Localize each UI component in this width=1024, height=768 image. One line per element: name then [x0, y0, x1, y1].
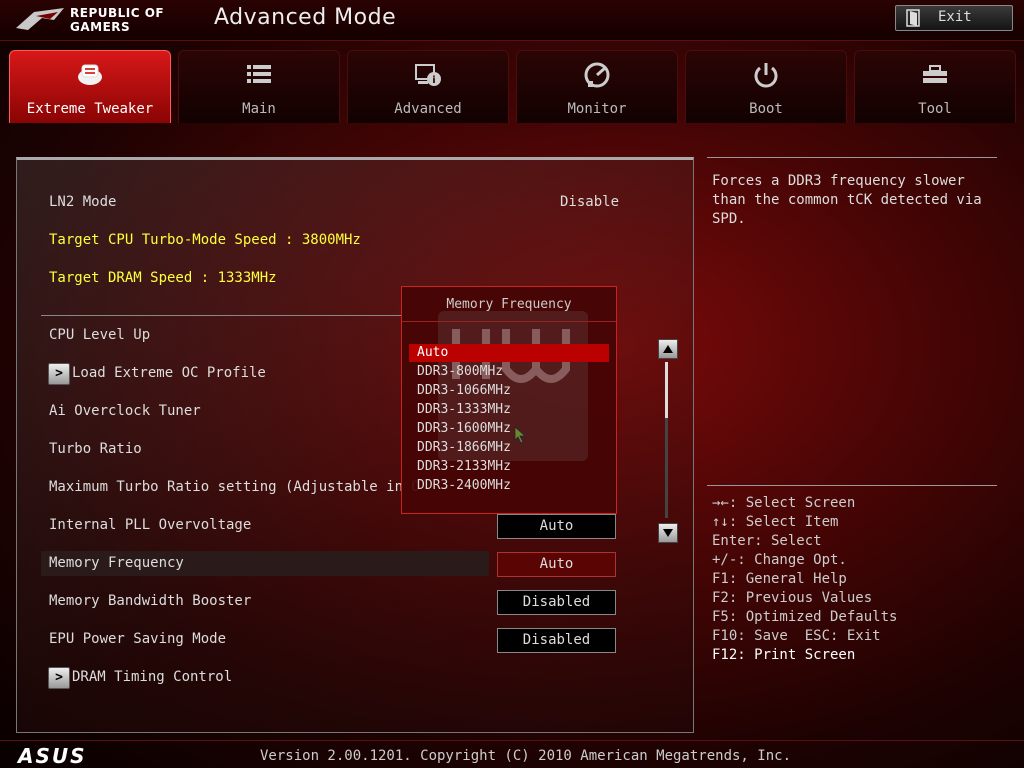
target-cpu-speed: Target CPU Turbo-Mode Speed : 3800MHz — [49, 232, 361, 248]
popup-divider — [402, 321, 616, 322]
power-icon — [754, 63, 778, 88]
option-ddr3-2133[interactable]: DDR3-2133MHz — [409, 458, 609, 476]
option-ddr3-800[interactable]: DDR3-800MHz — [409, 363, 609, 381]
submenu-arrow-icon: > — [48, 667, 70, 689]
help-divider-keys — [707, 485, 997, 486]
key-hint-change-opt: +/-: Change Opt. — [712, 552, 847, 568]
ai-overclock-tuner[interactable]: Ai Overclock Tuner — [49, 403, 201, 422]
option-ddr3-1600[interactable]: DDR3-1600MHz — [409, 420, 609, 438]
page-title: Advanced Mode — [214, 5, 397, 30]
help-divider-top — [707, 157, 997, 158]
option-auto[interactable]: Auto — [409, 344, 609, 362]
rog-logo: REPUBLIC OF GAMERS — [14, 4, 184, 36]
divider — [41, 315, 401, 316]
option-ddr3-1333[interactable]: DDR3-1333MHz — [409, 401, 609, 419]
scrollbar-thumb[interactable] — [665, 362, 668, 418]
top-bar: REPUBLIC OF GAMERS Advanced Mode Exit — [0, 0, 1024, 41]
epu-power-value[interactable]: Disabled — [497, 628, 616, 653]
turbo-ratio[interactable]: Turbo Ratio — [49, 441, 142, 460]
key-hint-previous-values: F2: Previous Values — [712, 590, 873, 606]
memory-frequency[interactable]: Memory Frequency — [49, 555, 184, 574]
ln2-mode-label: LN2 Mode — [49, 194, 117, 210]
scroll-down-button[interactable] — [658, 523, 678, 543]
svg-text:i: i — [432, 75, 435, 86]
memory-frequency-popup: Memory Frequency Auto DDR3-800MHz DDR3-1… — [401, 286, 617, 514]
key-hint-select-item: ↑↓: Select Item — [712, 514, 839, 530]
help-description: Forces a DDR3 frequency slower than the … — [712, 173, 982, 227]
key-hint-select-screen: →←: Select Screen — [712, 495, 856, 511]
toolbox-icon — [923, 65, 947, 83]
scroll-up-button[interactable] — [658, 339, 678, 359]
popup-title: Memory Frequency — [446, 297, 572, 312]
bandwidth-booster-value[interactable]: Disabled — [497, 590, 616, 615]
tab-monitor[interactable]: Monitor — [516, 50, 678, 123]
rog-eye-icon — [16, 8, 64, 30]
tab-extreme-tweaker[interactable]: Extreme Tweaker — [9, 50, 171, 123]
mouse-cursor-icon — [514, 426, 526, 444]
list-icon — [247, 65, 271, 83]
tab-label: Tool — [918, 101, 952, 117]
tab-label: Advanced — [394, 101, 462, 117]
gauge-icon — [584, 62, 610, 88]
key-hint-enter: Enter: Select — [712, 533, 822, 549]
tab-label: Boot — [749, 101, 783, 117]
cpu-level-up[interactable]: CPU Level Up — [49, 327, 150, 346]
max-turbo-ratio-setting[interactable]: Maximum Turbo Ratio setting (Adjustable … — [49, 479, 420, 498]
key-hint-optimized-defaults: F5: Optimized Defaults — [712, 609, 898, 625]
bios-screen: REPUBLIC OF GAMERS Advanced Mode Exit Ex… — [0, 0, 1024, 768]
memory-bandwidth-booster[interactable]: Memory Bandwidth Booster — [49, 593, 251, 612]
arrow-down-icon — [663, 529, 673, 537]
exit-button[interactable]: Exit — [895, 5, 1013, 31]
asus-logo: ASUS — [18, 744, 87, 768]
tab-label: Main — [242, 101, 276, 117]
ln2-mode-value[interactable]: Disable — [560, 194, 619, 210]
brand-line-1: REPUBLIC OF — [70, 6, 165, 20]
dram-timing-control[interactable]: DRAM Timing Control — [72, 669, 232, 688]
tab-label: Extreme Tweaker — [26, 101, 154, 117]
tab-tool[interactable]: Tool — [854, 50, 1016, 123]
footer-divider — [0, 740, 1024, 741]
epu-power-saving-mode[interactable]: EPU Power Saving Mode — [49, 631, 226, 650]
exit-door-icon — [906, 9, 920, 27]
key-hint-general-help: F1: General Help — [712, 571, 847, 587]
version-text: Version 2.00.1201. Copyright (C) 2010 Am… — [260, 748, 792, 764]
memory-frequency-value[interactable]: Auto — [497, 552, 616, 577]
key-hint-save-exit: F10: Save ESC: Exit — [712, 628, 881, 644]
tab-boot[interactable]: Boot — [685, 50, 847, 123]
key-hint-print-screen: F12: Print Screen — [712, 647, 856, 663]
brand-line-2: GAMERS — [70, 20, 131, 34]
submenu-arrow-icon: > — [48, 363, 70, 385]
internal-pll-overvoltage[interactable]: Internal PLL Overvoltage — [49, 517, 251, 536]
pll-overvoltage-value[interactable]: Auto — [497, 514, 616, 539]
target-dram-speed: Target DRAM Speed : 1333MHz — [49, 270, 277, 286]
tab-label: Monitor — [567, 101, 627, 117]
advanced-settings-icon: i — [415, 64, 441, 86]
tab-main[interactable]: Main — [178, 50, 340, 123]
option-ddr3-1866[interactable]: DDR3-1866MHz — [409, 439, 609, 457]
tab-advanced[interactable]: i Advanced — [347, 50, 509, 123]
arrow-up-icon — [663, 345, 673, 353]
option-ddr3-1066[interactable]: DDR3-1066MHz — [409, 382, 609, 400]
cpu-chip-icon — [78, 64, 102, 85]
exit-label: Exit — [938, 9, 972, 25]
option-ddr3-2400[interactable]: DDR3-2400MHz — [409, 477, 609, 495]
load-extreme-oc-profile[interactable]: Load Extreme OC Profile — [72, 365, 266, 384]
